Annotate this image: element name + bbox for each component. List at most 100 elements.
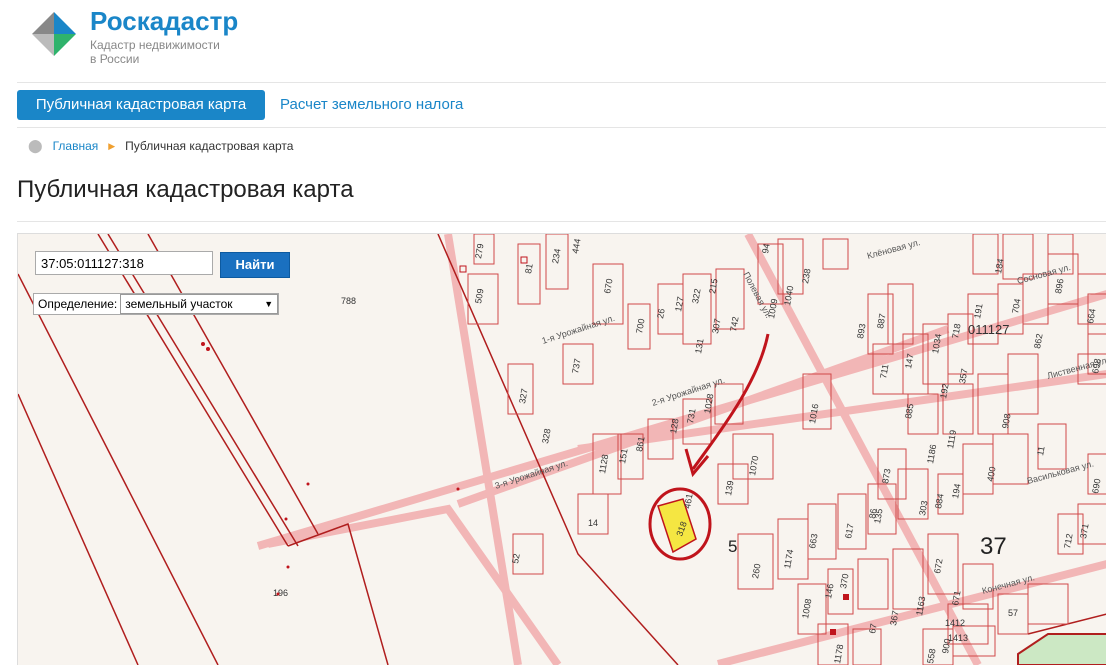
parcel-number: 327 [517,388,529,405]
site-header: Роскадастр Кадастр недвижимости в России [0,0,1106,82]
marker [459,265,467,273]
find-button[interactable]: Найти [220,252,290,278]
parcel-number: 461 [682,493,694,510]
location-pin-icon: ⬤ [28,138,43,153]
title-divider [17,221,1106,222]
breadcrumb: ⬤ Главная ▶ Публичная кадастровая карта [28,138,293,154]
breadcrumb-current: Публичная кадастровая карта [125,139,294,153]
parcel-number: 1128 [597,454,610,475]
parcel-number: 26 [655,308,667,320]
parcel-number: 664 [1085,308,1097,325]
parcel-number: 700 [634,318,646,335]
parcel-number: 788 [341,296,356,306]
street-label: Клёновая ул. [866,237,921,261]
parcel-number: 11 [1035,445,1046,456]
parcel-number: 127 [673,296,685,313]
parcel-number: 151 [617,448,629,465]
brand-subtitle: Кадастр недвижимости в России [90,38,260,66]
cadastral-map[interactable]: 318 1-я Урожайная ул. 2-я Урожайная ул. … [17,233,1106,665]
parcel-number: 52 [510,553,522,565]
parcel-number: 1119 [945,429,958,449]
parcel-number: 885 [903,403,915,420]
parcel-number: 400 [985,466,997,483]
definition-label: Определение: [38,297,118,311]
marker [520,256,528,264]
parcel-number: 690 [1090,478,1102,495]
parcel-number: 896 [1053,278,1065,295]
parcel-number: 94 [760,243,772,255]
parcel-number: 370 [838,573,850,590]
parcel-number: 260 [750,563,762,580]
parcel-number: 873 [880,468,892,485]
parcel-number: 712 [1062,533,1074,550]
parcel-number: 884 [933,493,945,510]
breadcrumb-home-link[interactable]: Главная [53,139,99,153]
parcel-number: 711 [878,363,890,379]
street-label: 1-я Урожайная ул. [541,313,616,346]
marker [830,629,836,635]
parcel-number: 900 [940,638,952,655]
parcel-number: 1034 [930,333,943,354]
parcel-number: 1009 [766,298,779,319]
parcel-number: 81 [523,263,535,275]
street-label: Васильковая ул. [1026,459,1095,486]
parcel-number: 131 [693,338,705,355]
parcel-number: 862 [1032,333,1044,350]
parcel-number: 307 [710,318,722,335]
brand-subtitle-line1: Кадастр недвижимости [90,38,220,52]
breadcrumb-arrow-icon: ▶ [108,140,116,151]
parcel-number: 367 [888,610,900,627]
parcel-number: 14 [588,518,598,528]
parcel-number: 704 [1010,298,1022,315]
parcel-number: 196 [273,588,288,598]
parcel-number: 1186 [925,444,938,465]
parcel-number: 672 [932,558,944,575]
brand-subtitle-line2: в России [90,52,140,66]
parcel-number: 1412 [945,618,965,628]
parcel-number: 238 [800,268,812,285]
parcel-number: 322 [690,288,702,305]
parcel-number: 184 [993,258,1005,275]
district-label: 37 [980,533,1007,560]
quarter-label: 011127 [968,322,1009,337]
map-dots [201,342,460,596]
marker [843,594,849,600]
parcel-number: 893 [855,323,867,340]
page-title: Публичная кадастровая карта [17,176,354,203]
cadastral-search-input[interactable] [35,251,213,275]
parcel-number: 234 [550,248,562,265]
parcel-number: 663 [807,533,819,550]
block-label: 5 [728,537,737,556]
parcel-number: 371 [1078,523,1090,540]
parcel-number: 670 [602,278,614,295]
parcel-number: 279 [473,243,485,260]
parcel-number: 1174 [782,549,795,570]
parcel-number: 742 [728,316,740,333]
parcel-number: 908 [1000,413,1012,430]
parcel-number: 67 [867,623,879,635]
definition-select[interactable]: земельный участок ▼ [120,294,279,314]
parcel-number: 135 [872,508,884,525]
brand-name[interactable]: Роскадастр [90,6,238,37]
definition-panel: Определение: земельный участок ▼ [33,293,280,315]
parcel-number: 861 [634,436,646,453]
parcel-number: 1008 [800,598,813,619]
tab-land-tax-calculation[interactable]: Расчет земельного налога [280,90,463,120]
parcel-number: 509 [473,288,485,305]
nav-divider [17,127,1106,128]
parcel-number: 1178 [832,644,845,665]
parcel-number: 617 [843,523,855,540]
parcel-number: 147 [903,353,915,370]
parcel-number: 57 [1008,608,1018,618]
definition-value: земельный участок [125,297,233,311]
parcel-number: 887 [875,313,887,330]
parcel-number: 215 [707,278,719,295]
parcel-number: 444 [570,238,582,255]
parcel-number: 139 [723,480,735,497]
header-divider [17,82,1106,83]
parcel-number: 1070 [747,455,760,476]
roskadastr-logo-icon[interactable] [32,12,76,56]
tab-public-cadastral-map[interactable]: Публичная кадастровая карта [17,90,265,120]
dropdown-arrow-icon: ▼ [264,299,274,309]
parcel-number: 328 [540,428,552,445]
